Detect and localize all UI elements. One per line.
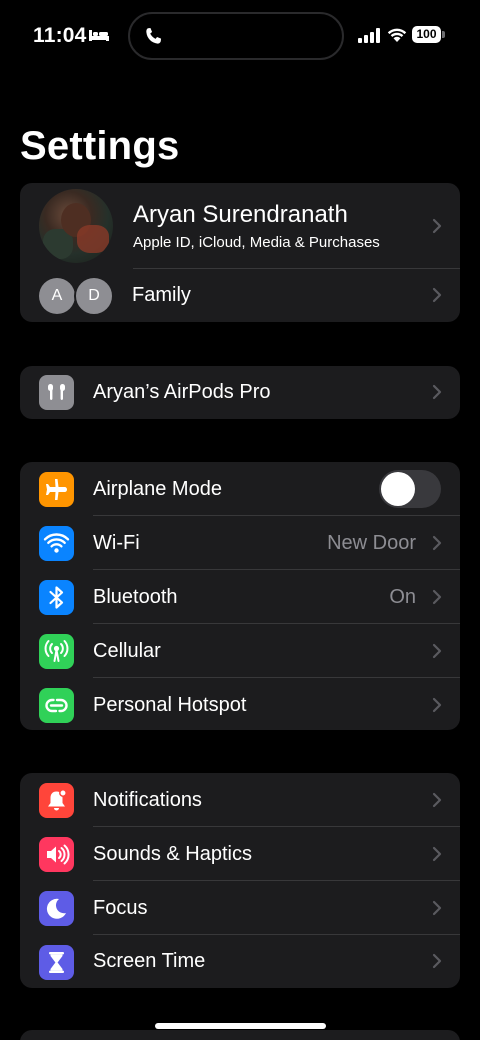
airplane-icon [39,472,74,507]
chevron-right-icon [432,697,442,713]
profile-name: Aryan Surendranath [133,201,348,228]
airplane-mode-row: Airplane Mode [20,462,460,516]
wifi-icon [39,526,74,561]
bluetooth-icon [39,580,74,615]
chevron-right-icon [432,589,442,605]
screen-time-label: Screen Time [93,950,206,972]
battery-tip [442,31,445,38]
family-avatar-d: D [74,276,114,316]
home-indicator[interactable] [155,1023,326,1029]
chevron-right-icon [432,535,442,551]
moon-icon [39,891,74,926]
bluetooth-value: On [389,586,416,608]
sounds-haptics-row[interactable]: Sounds & Haptics [20,827,460,881]
bell-icon [39,783,74,818]
bluetooth-row[interactable]: Bluetooth On [20,570,460,624]
sounds-haptics-label: Sounds & Haptics [93,843,252,865]
chevron-right-icon [432,218,442,234]
wifi-row[interactable]: Wi-Fi New Door [20,516,460,570]
chevron-right-icon [432,953,442,969]
chevron-right-icon [432,900,442,916]
chevron-right-icon [432,287,442,303]
chevron-right-icon [432,792,442,808]
hourglass-icon [39,945,74,980]
airpods-label: Aryan’s AirPods Pro [93,381,271,403]
apple-id-row[interactable]: Aryan Surendranath Apple ID, iCloud, Med… [20,183,460,269]
chevron-right-icon [432,643,442,659]
notifications-label: Notifications [93,789,202,811]
wifi-status-icon [387,28,407,42]
family-avatar-a: A [39,278,75,314]
settings-screen: 11:04 100 Settings Aryan Surendranath Ap… [0,0,480,1040]
battery-level: 100 [412,26,441,43]
screen-time-row[interactable]: Screen Time [20,935,460,988]
family-label: Family [132,284,191,306]
airplane-mode-toggle[interactable] [379,470,441,508]
profile-group: Aryan Surendranath Apple ID, iCloud, Med… [20,183,460,322]
focus-label: Focus [93,897,148,919]
status-bar: 11:04 100 [0,0,480,70]
wifi-label: Wi-Fi [93,532,140,554]
phone-icon [146,28,162,44]
bed-icon [89,30,109,41]
battery-indicator: 100 [412,26,446,43]
family-row[interactable]: A D Family [20,269,460,322]
bluetooth-label: Bluetooth [93,586,178,608]
personal-hotspot-label: Personal Hotspot [93,694,247,716]
airpods-group: Aryan’s AirPods Pro [20,366,460,419]
airplane-mode-label: Airplane Mode [93,478,222,500]
toggle-knob [381,472,415,506]
chevron-right-icon [432,384,442,400]
notifications-group: Notifications Sounds & Haptics Focus Scr… [20,773,460,988]
notifications-row[interactable]: Notifications [20,773,460,827]
antenna-icon [39,634,74,669]
avatar [39,189,113,263]
cellular-label: Cellular [93,640,161,662]
next-group-peek [20,1030,460,1040]
status-time: 11:04 [33,24,87,47]
cellular-row[interactable]: Cellular [20,624,460,678]
speaker-icon [39,837,74,872]
cellular-signal-icon [358,28,380,43]
airpods-icon [39,375,74,410]
airpods-row[interactable]: Aryan’s AirPods Pro [20,366,460,419]
page-title: Settings [20,124,180,168]
chevron-right-icon [432,846,442,862]
connectivity-group: Airplane Mode Wi-Fi New Door Bluetooth O… [20,462,460,730]
focus-row[interactable]: Focus [20,881,460,935]
personal-hotspot-row[interactable]: Personal Hotspot [20,678,460,730]
hotspot-icon [39,688,74,723]
dynamic-island[interactable] [128,12,344,60]
profile-subtitle: Apple ID, iCloud, Media & Purchases [133,234,380,251]
wifi-value: New Door [327,532,416,554]
